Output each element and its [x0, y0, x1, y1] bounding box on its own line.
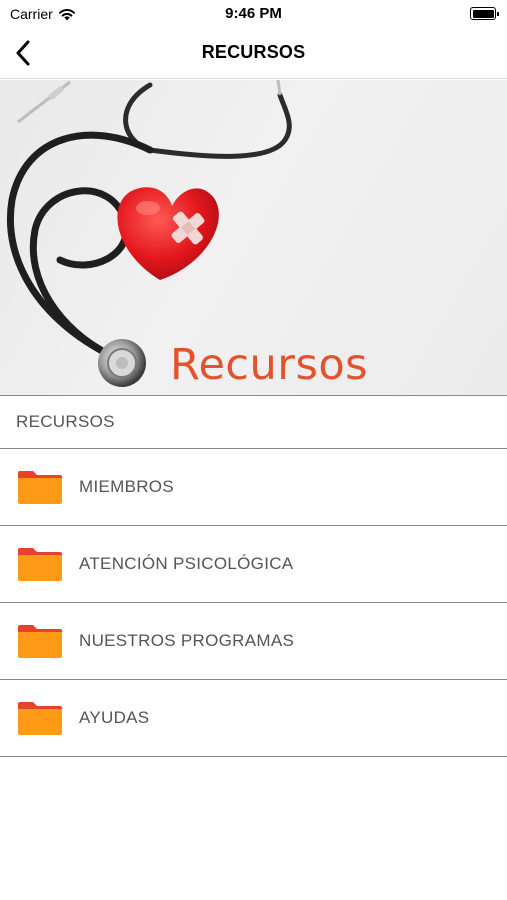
list-item-label: ATENCIÓN PSICOLÓGICA — [79, 554, 294, 573]
navigation-bar: RECURSOS — [0, 28, 507, 79]
heart-shape — [117, 187, 219, 280]
list-item-label: MIEMBROS — [79, 477, 174, 496]
status-time: 9:46 PM — [225, 5, 282, 22]
section-header: RECURSOS — [0, 395, 507, 449]
folder-icon — [18, 625, 62, 658]
folder-icon — [18, 548, 62, 581]
list-item-miembros[interactable]: MIEMBROS — [0, 449, 507, 526]
status-bar: Carrier 9:46 PM — [0, 0, 507, 28]
resources-list: RECURSOS MIEMBROS ATENCIÓN PSICOLÓGICA N… — [0, 395, 507, 757]
list-item-nuestros-programas[interactable]: NUESTROS PROGRAMAS — [0, 603, 507, 680]
banner-caption: Recursos — [170, 340, 369, 390]
banner-image: Recursos — [0, 80, 507, 395]
folder-icon — [18, 471, 62, 504]
folder-icon — [18, 702, 62, 735]
list-item-ayudas[interactable]: AYUDAS — [0, 680, 507, 757]
list-item-atencion-psicologica[interactable]: ATENCIÓN PSICOLÓGICA — [0, 526, 507, 603]
page-title: RECURSOS — [201, 42, 306, 62]
battery-icon — [470, 7, 499, 20]
list-item-label: NUESTROS PROGRAMAS — [79, 631, 295, 650]
list-item-label: AYUDAS — [79, 708, 150, 727]
